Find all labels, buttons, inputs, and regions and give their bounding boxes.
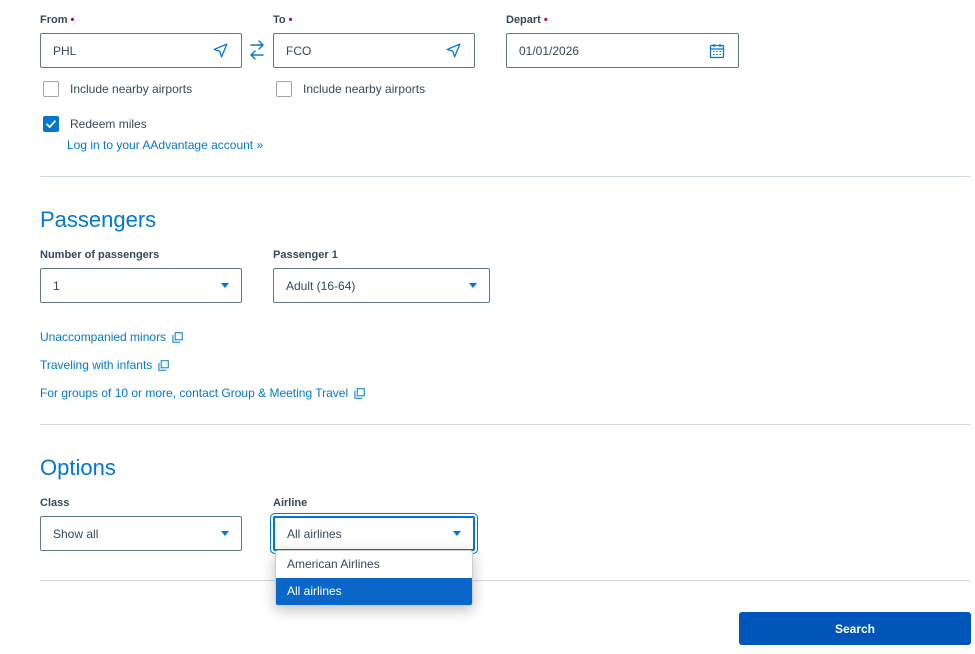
airline-option-all-airlines[interactable]: All airlines: [276, 578, 472, 605]
section-divider: [40, 176, 970, 177]
checkbox-box[interactable]: [43, 81, 59, 97]
class-label: Class: [40, 497, 70, 509]
external-link-icon: [158, 359, 170, 371]
depart-label: Depart •: [506, 14, 548, 26]
required-marker: •: [70, 14, 75, 26]
from-field[interactable]: PHL: [40, 33, 242, 68]
section-divider: [40, 580, 970, 581]
select-value: 1: [53, 278, 60, 293]
number-of-passengers-select[interactable]: 1: [40, 268, 242, 303]
checkbox-box[interactable]: [276, 81, 292, 97]
caret-down-icon: [221, 531, 229, 536]
checkbox-label: Redeem miles: [70, 117, 147, 131]
passengers-heading: Passengers: [40, 207, 157, 232]
airline-option-american-airlines[interactable]: American Airlines: [276, 551, 472, 578]
checkbox-box[interactable]: [43, 116, 59, 132]
caret-down-icon: [469, 283, 477, 288]
passenger-1-label: Passenger 1: [273, 249, 338, 261]
checkmark-icon: [46, 120, 56, 128]
depart-date-field[interactable]: 01/01/2026: [506, 33, 739, 68]
select-value: All airlines: [287, 526, 342, 541]
select-value: Show all: [53, 526, 99, 541]
from-nearby-airports-checkbox[interactable]: Include nearby airports: [43, 81, 192, 97]
airline-label: Airline: [273, 497, 308, 509]
class-select[interactable]: Show all: [40, 516, 242, 551]
traveling-with-infants-link[interactable]: Traveling with infants: [40, 358, 170, 372]
checkbox-label: Include nearby airports: [70, 82, 193, 96]
checkbox-label: Include nearby airports: [303, 82, 426, 96]
location-arrow-icon[interactable]: [211, 42, 229, 60]
section-divider: [40, 424, 970, 425]
to-field-value: FCO: [286, 43, 312, 58]
location-arrow-icon[interactable]: [444, 42, 462, 60]
to-label: To •: [273, 14, 293, 26]
external-link-icon: [354, 387, 365, 399]
caret-down-icon: [221, 283, 229, 288]
depart-date-value: 01/01/2026: [519, 43, 580, 58]
required-marker: •: [288, 14, 293, 26]
aadvantage-login-link[interactable]: Log in to your AAdvantage account »: [67, 138, 263, 152]
caret-down-icon: [453, 531, 461, 536]
select-value: Adult (16-64): [286, 278, 356, 293]
group-travel-link[interactable]: For groups of 10 or more, contact Group …: [40, 386, 365, 400]
redeem-miles-checkbox[interactable]: Redeem miles: [43, 116, 147, 132]
to-nearby-airports-checkbox[interactable]: Include nearby airports: [276, 81, 425, 97]
from-field-value: PHL: [53, 43, 77, 58]
passenger-1-type-select[interactable]: Adult (16-64): [273, 268, 490, 303]
calendar-icon[interactable]: [708, 42, 726, 60]
unaccompanied-minors-link[interactable]: Unaccompanied minors: [40, 330, 183, 344]
airline-select[interactable]: All airlines: [273, 516, 475, 551]
airline-dropdown-list: American Airlines All airlines: [275, 550, 473, 606]
search-button[interactable]: Search: [739, 612, 971, 645]
required-marker: •: [543, 14, 548, 26]
from-label: From •: [40, 14, 75, 26]
number-of-passengers-label: Number of passengers: [40, 249, 160, 261]
external-link-icon: [172, 331, 183, 343]
options-heading: Options: [40, 455, 116, 480]
swap-arrows-icon[interactable]: [248, 38, 266, 62]
to-field[interactable]: FCO: [273, 33, 475, 68]
